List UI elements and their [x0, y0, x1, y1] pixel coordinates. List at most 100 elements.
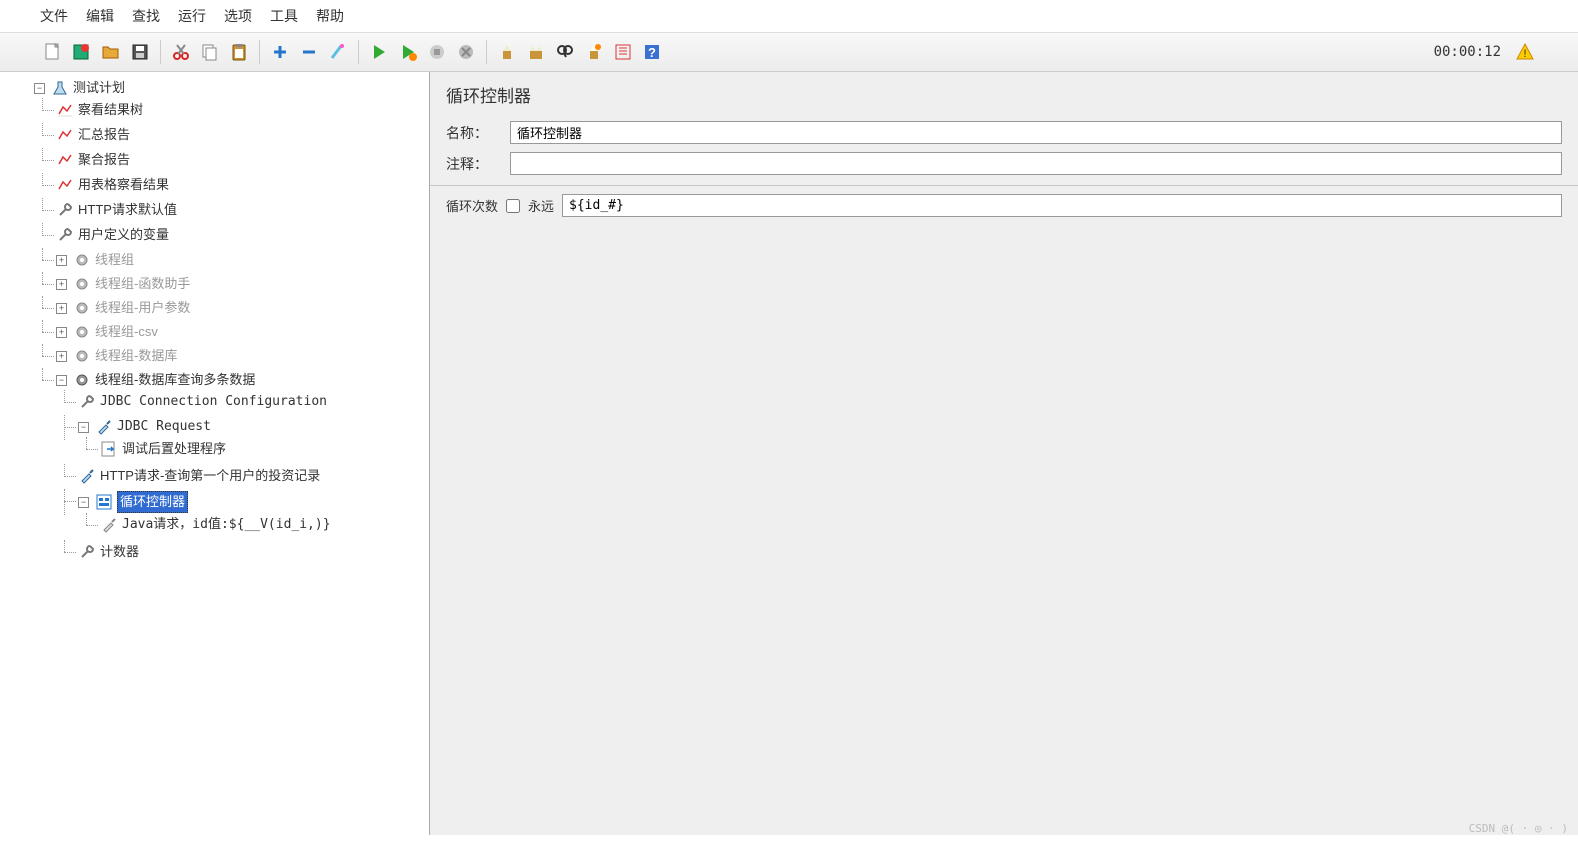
function-helper-icon[interactable]	[610, 39, 636, 65]
tree-item-jdbc-config[interactable]: JDBC Connection Configuration	[78, 392, 327, 412]
forever-checkbox[interactable]	[506, 199, 520, 213]
collapse-icon[interactable]: −	[34, 83, 45, 94]
tree-item-aggregate[interactable]: 聚合报告	[56, 150, 130, 170]
menu-options[interactable]: 选项	[224, 6, 252, 26]
tree-item-loop-controller[interactable]: −循环控制器	[78, 491, 188, 513]
tree-label: 线程组-数据库查询多条数据	[95, 370, 255, 390]
wrench-icon	[56, 201, 74, 219]
expand-icon[interactable]: +	[56, 255, 67, 266]
menu-run[interactable]: 运行	[178, 6, 206, 26]
menu-tools[interactable]: 工具	[270, 6, 298, 26]
tree-label: JDBC Connection Configuration	[100, 392, 327, 412]
minus-icon[interactable]	[296, 39, 322, 65]
collapse-icon[interactable]: −	[78, 497, 89, 508]
tree-label: 聚合报告	[78, 150, 130, 170]
gear-icon	[73, 347, 91, 365]
tree-label: HTTP请求-查询第一个用户的投资记录	[100, 466, 320, 486]
toggle-icon[interactable]	[325, 39, 351, 65]
tree-item-debug-post[interactable]: 调试后置处理程序	[100, 439, 226, 459]
gear-icon	[73, 275, 91, 293]
tree-item-tg-userparam[interactable]: + 线程组-用户参数	[56, 298, 190, 318]
separator	[486, 40, 487, 64]
tree-item-http-request[interactable]: HTTP请求-查询第一个用户的投资记录	[78, 466, 320, 486]
help-icon[interactable]: ?	[639, 39, 665, 65]
comment-input[interactable]	[510, 152, 1562, 175]
copy-icon[interactable]	[197, 39, 223, 65]
tree-item-counter[interactable]: 计数器	[78, 542, 139, 562]
new-icon[interactable]	[40, 39, 66, 65]
tree-label: HTTP请求默认值	[78, 200, 177, 220]
warning-icon[interactable]: !	[1512, 39, 1538, 65]
tree-label: 线程组-用户参数	[95, 298, 190, 318]
gear-icon	[73, 371, 91, 389]
tree-label: JDBC Request	[117, 417, 211, 437]
chart-icon	[56, 151, 74, 169]
tree-item-tg-func[interactable]: +线程组-函数助手	[56, 274, 190, 294]
tree-item-table[interactable]: 用表格察看结果	[56, 175, 169, 195]
menu-help[interactable]: 帮助	[316, 6, 344, 26]
open-icon[interactable]	[98, 39, 124, 65]
expand-icon[interactable]: +	[56, 279, 67, 290]
save-icon[interactable]	[127, 39, 153, 65]
panel-title: 循环控制器	[430, 72, 1578, 117]
separator	[358, 40, 359, 64]
separator	[259, 40, 260, 64]
watermark: CSDN @( · ◎ · )	[1469, 822, 1568, 835]
tree-label: 调试后置处理程序	[122, 439, 226, 459]
pipette-icon	[95, 418, 113, 436]
start-icon[interactable]	[366, 39, 392, 65]
tree-item-tg-db[interactable]: +线程组-数据库	[56, 346, 177, 366]
loop-count-input[interactable]	[562, 194, 1562, 217]
tree-root[interactable]: − 测试计划	[34, 78, 125, 98]
cut-icon[interactable]	[168, 39, 194, 65]
collapse-icon[interactable]: −	[78, 422, 89, 433]
tree-item-summary[interactable]: 汇总报告	[56, 125, 130, 145]
clear-all-icon[interactable]	[523, 39, 549, 65]
menubar: 文件 编辑 查找 运行 选项 工具 帮助	[0, 0, 1578, 33]
name-input[interactable]	[510, 121, 1562, 144]
menu-edit[interactable]: 编辑	[86, 6, 114, 26]
forever-label: 永远	[528, 196, 554, 215]
menu-find[interactable]: 查找	[132, 6, 160, 26]
tree-item-java-request[interactable]: Java请求，id值:${__V(id_i,)}	[100, 515, 331, 535]
tree-item-tg-csv[interactable]: + 线程组-csv	[56, 322, 158, 342]
tree-item-view-results[interactable]: 察看结果树	[56, 100, 143, 120]
tree-panel: − 测试计划 察看结果树 汇总报告 聚合报告 用表格察看结果 HTTP请求默认值…	[0, 72, 430, 835]
tree-item-thread-group[interactable]: +线程组	[56, 250, 134, 270]
separator	[160, 40, 161, 64]
gear-icon	[73, 251, 91, 269]
plus-icon[interactable]	[267, 39, 293, 65]
main-area: − 测试计划 察看结果树 汇总报告 聚合报告 用表格察看结果 HTTP请求默认值…	[0, 72, 1578, 835]
tree-label: 用表格察看结果	[78, 175, 169, 195]
templates-icon[interactable]	[69, 39, 95, 65]
tree-label: 计数器	[100, 542, 139, 562]
expand-icon[interactable]: +	[56, 303, 67, 314]
tree-label: 线程组-csv	[95, 322, 158, 342]
collapse-icon[interactable]: −	[56, 375, 67, 386]
name-label: 名称：	[446, 123, 502, 143]
start-no-pause-icon[interactable]	[395, 39, 421, 65]
tree-item-http-defaults[interactable]: HTTP请求默认值	[56, 200, 177, 220]
tree-item-user-vars[interactable]: 用户定义的变量	[56, 225, 169, 245]
shutdown-icon[interactable]	[453, 39, 479, 65]
loop-row: 循环次数 永远	[430, 185, 1578, 225]
expand-icon[interactable]: +	[56, 351, 67, 362]
stop-icon[interactable]	[424, 39, 450, 65]
clear-icon[interactable]	[494, 39, 520, 65]
flask-icon	[51, 79, 69, 97]
comment-row: 注释：	[430, 148, 1578, 179]
gear-icon	[73, 299, 91, 317]
paste-icon[interactable]	[226, 39, 252, 65]
comment-label: 注释：	[446, 154, 502, 174]
search-icon[interactable]	[552, 39, 578, 65]
menu-file[interactable]: 文件	[40, 6, 68, 26]
tree-item-jdbc-request[interactable]: − JDBC Request	[78, 417, 211, 437]
tree-label: 汇总报告	[78, 125, 130, 145]
tree-item-tg-dbquery[interactable]: − 线程组-数据库查询多条数据	[56, 370, 255, 390]
wrench-icon	[78, 543, 96, 561]
gear-icon	[73, 323, 91, 341]
expand-icon[interactable]: +	[56, 327, 67, 338]
tree-label: 测试计划	[73, 78, 125, 98]
reset-search-icon[interactable]	[581, 39, 607, 65]
wrench-icon	[78, 393, 96, 411]
